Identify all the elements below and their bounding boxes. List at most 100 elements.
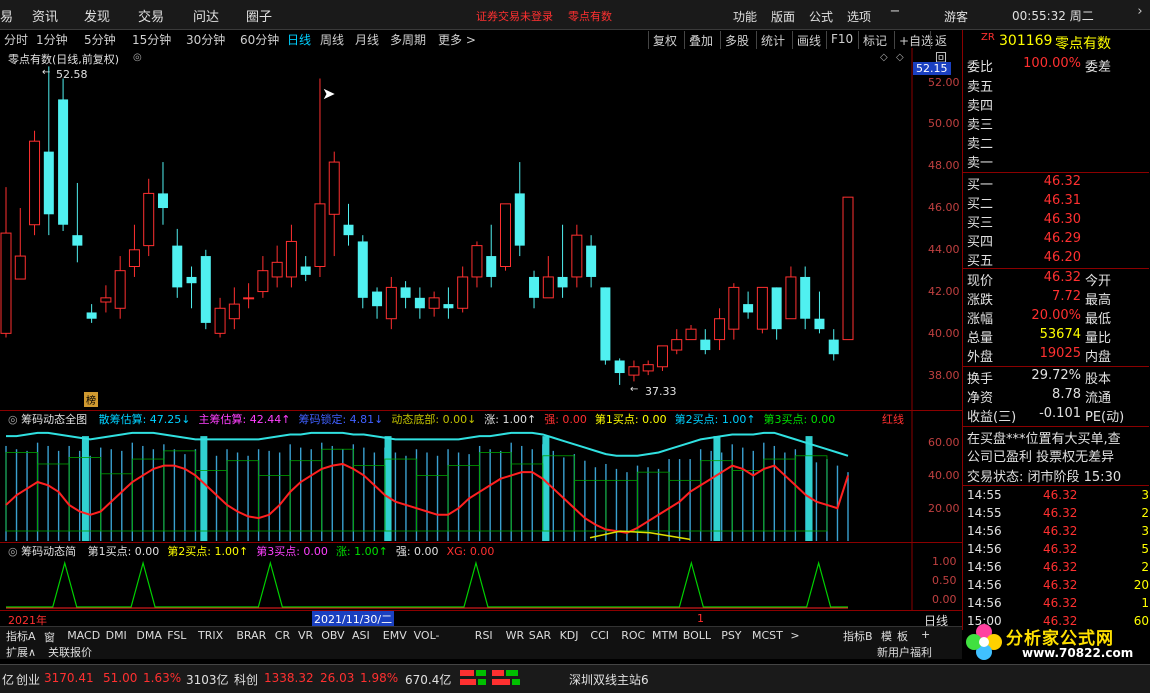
menu-item-ask[interactable]: 问达 xyxy=(193,6,219,25)
period-tab[interactable]: 60分钟 xyxy=(240,31,279,48)
new-user-gift-link[interactable]: 新用户福利 xyxy=(877,644,932,660)
period-tab-daily[interactable]: 日线 xyxy=(287,31,311,48)
news-line[interactable]: 在买盘***位置有大买单,查 xyxy=(965,428,1149,447)
indicator-tab[interactable]: BOLL xyxy=(683,629,711,642)
candle[interactable] xyxy=(271,245,283,288)
indicator-tab[interactable]: MACD xyxy=(67,629,100,642)
candle[interactable] xyxy=(656,345,668,371)
indicator-panel-chip-simple[interactable]: ◎ 筹码动态简 第1买点: 0.00 第2买点: 1.00↑ 第3买点: 0.00 涨… xyxy=(0,542,962,611)
candle[interactable] xyxy=(743,291,754,319)
candle[interactable] xyxy=(172,228,183,298)
candle[interactable] xyxy=(214,297,226,338)
candle[interactable] xyxy=(0,187,12,338)
tick-row[interactable]: 14:56 46.32 2 xyxy=(965,560,1149,578)
sell-level-row[interactable]: 卖一 xyxy=(965,152,1149,171)
candle[interactable] xyxy=(600,287,611,365)
candle[interactable] xyxy=(771,287,782,340)
candle[interactable] xyxy=(43,66,54,236)
candle[interactable] xyxy=(157,162,168,225)
tick-row[interactable]: 14:56 46.32 5 xyxy=(965,542,1149,560)
candle[interactable] xyxy=(486,224,497,288)
diamond-icon[interactable]: ◇ xyxy=(896,52,904,63)
candle[interactable] xyxy=(514,162,525,257)
candle[interactable] xyxy=(372,287,383,319)
candle[interactable] xyxy=(714,308,726,351)
indicator-tab[interactable]: FSL xyxy=(167,629,186,642)
indicator-tab[interactable]: RSI xyxy=(475,629,493,642)
indicator-tab[interactable]: ROC xyxy=(621,629,645,642)
indicator-tab[interactable]: BRAR xyxy=(236,629,266,642)
main-chart-panel[interactable]: 零点有数(日线,前复权) ◎ 52.58 ← 37.33 ← 榜 52.15 ◇… xyxy=(0,48,962,410)
candle[interactable] xyxy=(314,78,326,277)
candle[interactable] xyxy=(257,256,269,298)
buy-level-row[interactable]: 买五 46.20 xyxy=(965,250,1149,269)
indicator-tab[interactable]: WR xyxy=(506,629,525,642)
window-chevron-icon[interactable]: › xyxy=(1131,4,1149,22)
menu-item-formula[interactable]: 公式 xyxy=(809,8,833,25)
candle[interactable] xyxy=(685,324,697,341)
chip-full-chart[interactable] xyxy=(0,411,962,543)
candle[interactable] xyxy=(499,203,511,271)
candle[interactable] xyxy=(671,329,683,355)
related-quote-button[interactable]: 关联报价 xyxy=(48,644,92,660)
indicator-tab[interactable]: OBV xyxy=(321,629,344,642)
period-tab[interactable]: 1分钟 xyxy=(36,31,68,48)
tool-button[interactable]: 叠加 xyxy=(684,31,717,49)
candle[interactable] xyxy=(100,285,112,313)
candle[interactable] xyxy=(243,283,255,309)
candle[interactable] xyxy=(842,196,854,341)
indicator-tab[interactable]: VR xyxy=(298,629,313,642)
index-label[interactable]: 创业 xyxy=(16,671,40,688)
period-tab[interactable]: 30分钟 xyxy=(186,31,225,48)
tool-button[interactable]: F10 xyxy=(826,31,857,49)
tick-row[interactable]: 14:56 46.32 3 xyxy=(965,524,1149,542)
candle[interactable] xyxy=(428,291,440,317)
candle[interactable] xyxy=(529,270,540,309)
indicator-tab[interactable]: MCST xyxy=(752,629,783,642)
more-periods[interactable]: 更多 > xyxy=(438,31,476,48)
candle[interactable] xyxy=(542,256,554,299)
candle[interactable] xyxy=(58,78,69,231)
period-tab[interactable]: 月线 xyxy=(355,31,379,48)
tool-button[interactable]: 统计 xyxy=(756,31,789,49)
user-label[interactable]: 游客 xyxy=(944,8,968,25)
candle[interactable] xyxy=(557,224,568,298)
period-tab[interactable]: 多周期 xyxy=(390,31,426,48)
candle[interactable] xyxy=(700,329,711,355)
buy-level-row[interactable]: 买一 46.32 xyxy=(965,174,1149,193)
login-warning[interactable]: 证券交易未登录 xyxy=(476,8,553,24)
indicator-panel-chip-full[interactable]: ◎ 筹码动态全图 散筹估算: 47.25↓ 主筹估算: 42.44↑ 筹码锁定: 4… xyxy=(0,410,962,543)
menu-item-trade[interactable]: 交易 xyxy=(138,6,164,25)
board-tab[interactable]: 板 xyxy=(897,628,908,644)
sell-level-row[interactable]: 卖二 xyxy=(965,133,1149,152)
menu-item-function[interactable]: 功能 xyxy=(733,8,757,25)
indicator-tab[interactable]: CCI xyxy=(590,629,609,642)
candle[interactable] xyxy=(400,281,411,309)
candle[interactable] xyxy=(471,241,483,288)
menu-item-news[interactable]: 资讯 xyxy=(32,6,58,25)
candle[interactable] xyxy=(300,256,311,282)
tool-button[interactable]: 画线 xyxy=(792,31,825,49)
tool-button[interactable]: 多股 xyxy=(720,31,753,49)
candle[interactable] xyxy=(571,224,583,288)
sell-level-row[interactable]: 卖四 xyxy=(965,95,1149,114)
candle[interactable] xyxy=(586,235,597,288)
indicator-tab[interactable]: DMI xyxy=(106,629,127,642)
minimize-small-icon[interactable]: − xyxy=(886,4,904,22)
tick-row[interactable]: 14:55 46.32 3 xyxy=(965,488,1149,506)
candle[interactable] xyxy=(814,291,825,334)
candle[interactable] xyxy=(443,287,454,319)
tick-row[interactable]: 14:55 46.32 2 xyxy=(965,506,1149,524)
server-label[interactable]: 深圳双线主站6 xyxy=(569,671,649,688)
tool-button[interactable]: 复权 xyxy=(648,31,681,49)
candle[interactable] xyxy=(728,283,740,340)
menu-item-options[interactable]: 选项 xyxy=(847,8,871,25)
candle[interactable] xyxy=(828,329,839,361)
tick-row[interactable]: 14:56 46.32 1 xyxy=(965,596,1149,614)
candle[interactable] xyxy=(414,287,425,319)
panel-circle-icon[interactable]: ◎ xyxy=(8,413,18,426)
candle[interactable] xyxy=(14,208,26,280)
candle[interactable] xyxy=(228,287,240,330)
period-tab[interactable]: 分时 xyxy=(4,31,28,48)
candle[interactable] xyxy=(86,304,97,323)
